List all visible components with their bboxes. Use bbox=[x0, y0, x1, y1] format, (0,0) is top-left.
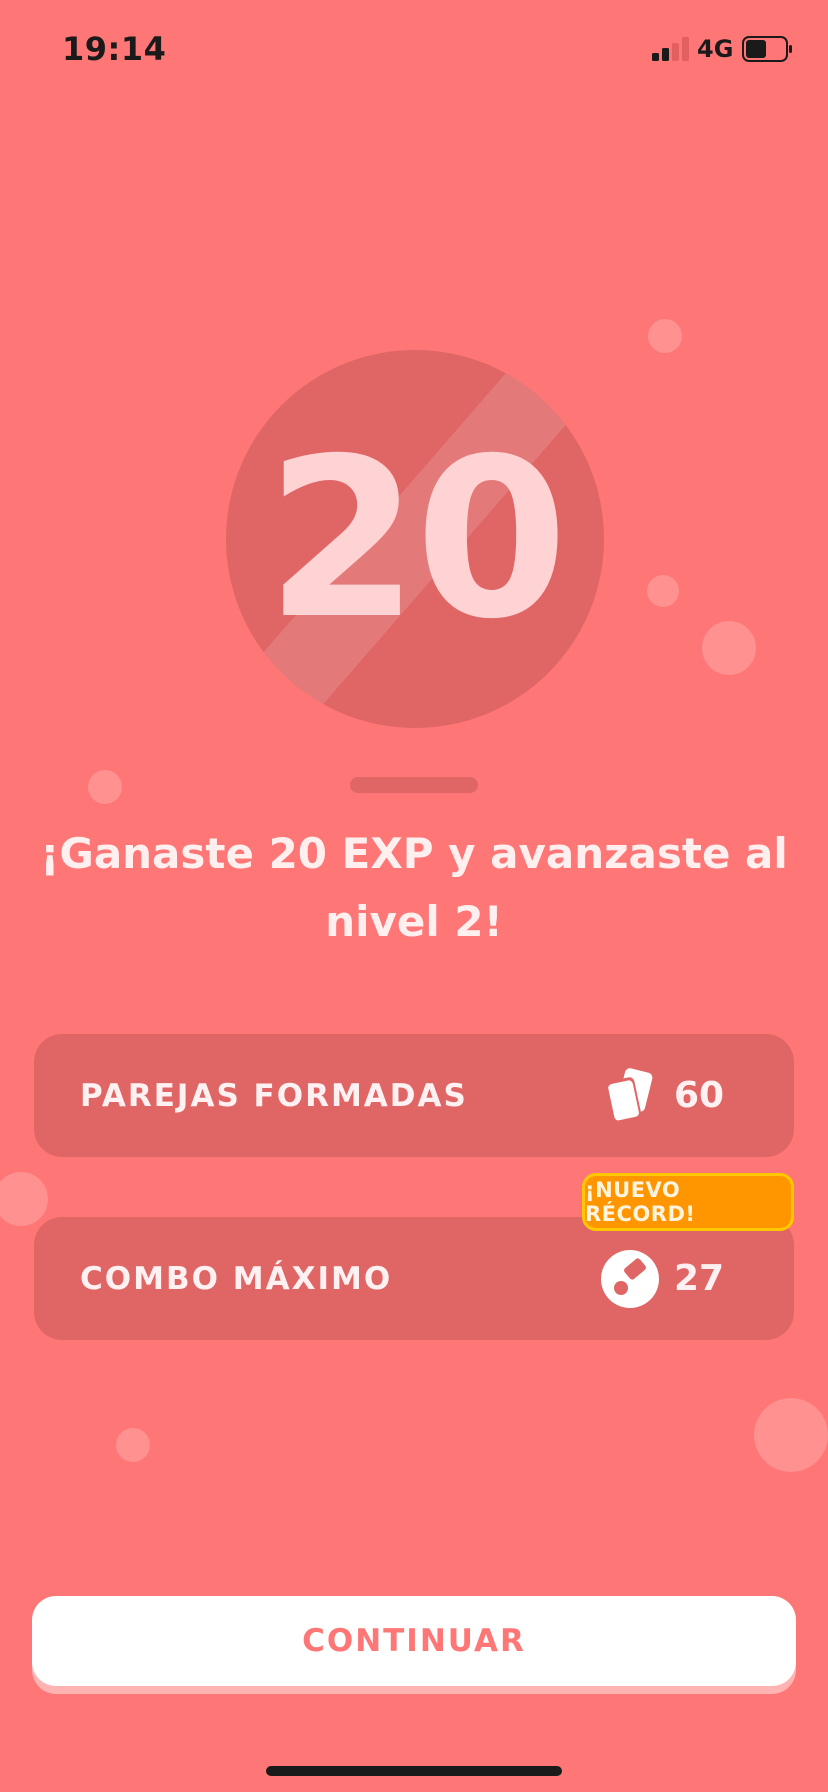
stat-label: COMBO MÁXIMO bbox=[80, 1260, 393, 1297]
new-record-badge: ¡NUEVO RÉCORD! bbox=[582, 1173, 794, 1231]
status-time: 19:14 bbox=[62, 30, 167, 68]
stat-value: 27 bbox=[674, 1258, 725, 1299]
decor-bubble bbox=[648, 319, 682, 353]
home-indicator[interactable] bbox=[266, 1766, 562, 1776]
stat-card-pairs: PAREJAS FORMADAS 60 bbox=[34, 1034, 794, 1157]
level-number: 20 bbox=[265, 411, 568, 667]
status-bar: 19:14 4G bbox=[0, 0, 828, 100]
combo-icon bbox=[601, 1250, 659, 1308]
battery-icon bbox=[742, 36, 792, 62]
drag-handle bbox=[350, 777, 478, 793]
stat-label: PAREJAS FORMADAS bbox=[80, 1077, 468, 1114]
stat-value: 60 bbox=[674, 1075, 725, 1116]
decor-bubble bbox=[0, 1172, 48, 1226]
stat-card-combo: COMBO MÁXIMO 27 bbox=[34, 1217, 794, 1340]
result-headline: ¡Ganaste 20 EXP y avanzaste al nivel 2! bbox=[40, 829, 788, 946]
continue-button[interactable]: CONTINUAR bbox=[32, 1596, 796, 1686]
decor-bubble bbox=[702, 621, 756, 675]
decor-bubble bbox=[116, 1428, 150, 1462]
cards-icon bbox=[604, 1068, 653, 1123]
network-type: 4G bbox=[697, 35, 734, 63]
decor-bubble bbox=[754, 1398, 828, 1472]
signal-bars-icon bbox=[652, 37, 689, 61]
decor-bubble bbox=[647, 575, 679, 607]
decor-bubble bbox=[88, 770, 122, 804]
